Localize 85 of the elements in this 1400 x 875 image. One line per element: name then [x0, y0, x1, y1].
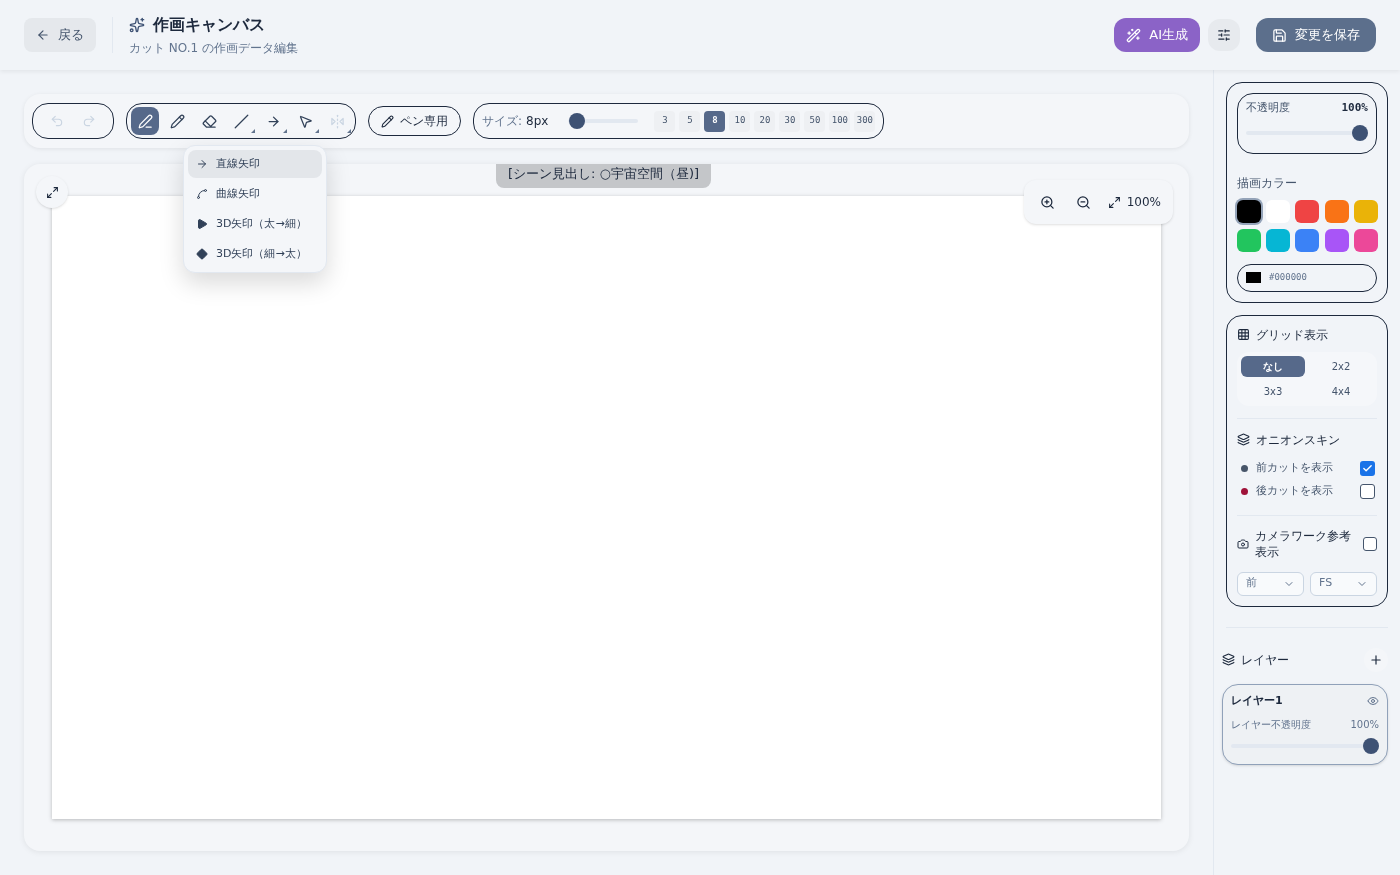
layers-label: レイヤー	[1241, 651, 1290, 669]
arrow-menu-item[interactable]: 曲線矢印	[188, 180, 322, 208]
fullscreen-button[interactable]	[36, 176, 68, 208]
color-swatch[interactable]	[1324, 228, 1349, 252]
page-subtitle: カット NO.1 の作画データ編集	[129, 40, 298, 57]
settings-button[interactable]	[1208, 19, 1240, 51]
grid-icon	[1237, 328, 1250, 341]
opacity-label: 不透明度	[1246, 100, 1290, 116]
back-button[interactable]: 戻る	[24, 18, 96, 52]
color-swatch[interactable]	[1353, 228, 1378, 252]
color-label: 描画カラー	[1237, 174, 1298, 192]
slider-thumb[interactable]	[1363, 738, 1379, 754]
layer-name: レイヤー1	[1231, 692, 1283, 709]
color-preview	[1246, 272, 1261, 283]
zoom-reset-button[interactable]: 100%	[1107, 193, 1161, 211]
magic-wand-icon	[1126, 27, 1142, 43]
zoom-in-icon	[1040, 194, 1056, 210]
check-icon	[1362, 462, 1373, 474]
size-preset[interactable]: 10	[729, 110, 751, 132]
submenu-indicator	[251, 129, 255, 133]
color-swatch[interactable]	[1353, 199, 1378, 223]
grid-option[interactable]: 4x4	[1309, 380, 1373, 402]
redo-icon	[82, 114, 96, 128]
slider[interactable]	[1246, 124, 1368, 141]
grid-label: グリッド表示	[1256, 326, 1328, 344]
camera-icon	[1237, 537, 1249, 550]
size-value: 8px	[526, 113, 549, 130]
slider[interactable]	[568, 113, 639, 129]
size-preset[interactable]: 50	[804, 110, 826, 132]
undo-icon	[50, 114, 64, 128]
page-title: 作画キャンバス	[153, 14, 265, 36]
color-swatch[interactable]	[1266, 228, 1291, 252]
size-preset[interactable]: 300	[854, 110, 876, 132]
zoom-out-icon	[1076, 194, 1092, 210]
size-preset[interactable]: 5	[679, 110, 701, 132]
color-swatch[interactable]	[1237, 199, 1261, 223]
color-swatch[interactable]	[1324, 199, 1349, 223]
checkbox[interactable]	[1360, 460, 1375, 476]
save-button[interactable]: 変更を保存	[1256, 18, 1376, 52]
expand-icon	[45, 185, 59, 199]
size-preset[interactable]: 3	[654, 110, 676, 132]
layer-card[interactable]: レイヤー1 レイヤー不透明度 100%	[1222, 683, 1388, 765]
checkbox[interactable]	[1360, 483, 1375, 499]
size-preset[interactable]: 20	[754, 110, 776, 132]
sliders-icon	[1217, 28, 1231, 42]
arrow-menu-item[interactable]: 3D矢印（太→細）	[188, 210, 322, 238]
slider-thumb[interactable]	[569, 113, 586, 129]
grid-option[interactable]: なし	[1241, 355, 1305, 377]
opacity-value: 100%	[1341, 100, 1368, 116]
scene-label: [シーン見出し: ○宇宙空間（昼)]	[496, 164, 712, 188]
visibility-icon[interactable]	[1367, 694, 1379, 707]
layer-opacity-label: レイヤー不透明度	[1231, 718, 1311, 732]
camera-label: カメラワーク参考表示	[1255, 527, 1352, 560]
layer-opacity-value: 100%	[1350, 718, 1379, 732]
color-swatch[interactable]	[1237, 228, 1261, 252]
save-icon	[1272, 27, 1287, 43]
onion-option-label: 後カットを表示	[1256, 482, 1334, 499]
onion-option-label: 前カットを表示	[1256, 459, 1334, 476]
curve-icon	[196, 188, 208, 200]
color-swatch[interactable]	[1295, 228, 1320, 252]
size-preset[interactable]: 30	[779, 110, 801, 132]
size-preset[interactable]: 100	[829, 110, 851, 132]
layers-icon	[1222, 653, 1235, 666]
submenu-indicator	[315, 129, 319, 133]
expand-icon	[1107, 195, 1121, 209]
checkbox[interactable]	[1363, 536, 1377, 551]
pen-icon	[381, 114, 394, 128]
ai-generate-button[interactable]: AI生成	[1114, 18, 1200, 52]
layers-icon	[1237, 433, 1250, 446]
pen-tool[interactable]	[131, 107, 159, 135]
slider-thumb[interactable]	[1352, 124, 1368, 141]
slider[interactable]	[1231, 738, 1379, 754]
arrow-menu-item[interactable]: 3D矢印（細→太）	[188, 240, 322, 268]
grid-option[interactable]: 3x3	[1241, 380, 1305, 402]
size-label: サイズ:	[482, 113, 523, 130]
back-icon	[36, 28, 50, 42]
arrow-menu-item[interactable]: 直線矢印	[188, 150, 322, 178]
sparkle-icon	[129, 17, 145, 33]
color-swatch[interactable]	[1295, 199, 1320, 223]
plus-icon	[1369, 652, 1383, 667]
size-preset[interactable]: 8	[704, 110, 726, 132]
submenu-indicator	[283, 129, 287, 133]
submenu-indicator	[347, 129, 351, 133]
onion-label: オニオンスキン	[1256, 431, 1340, 449]
grid-option[interactable]: 2x2	[1309, 355, 1373, 377]
